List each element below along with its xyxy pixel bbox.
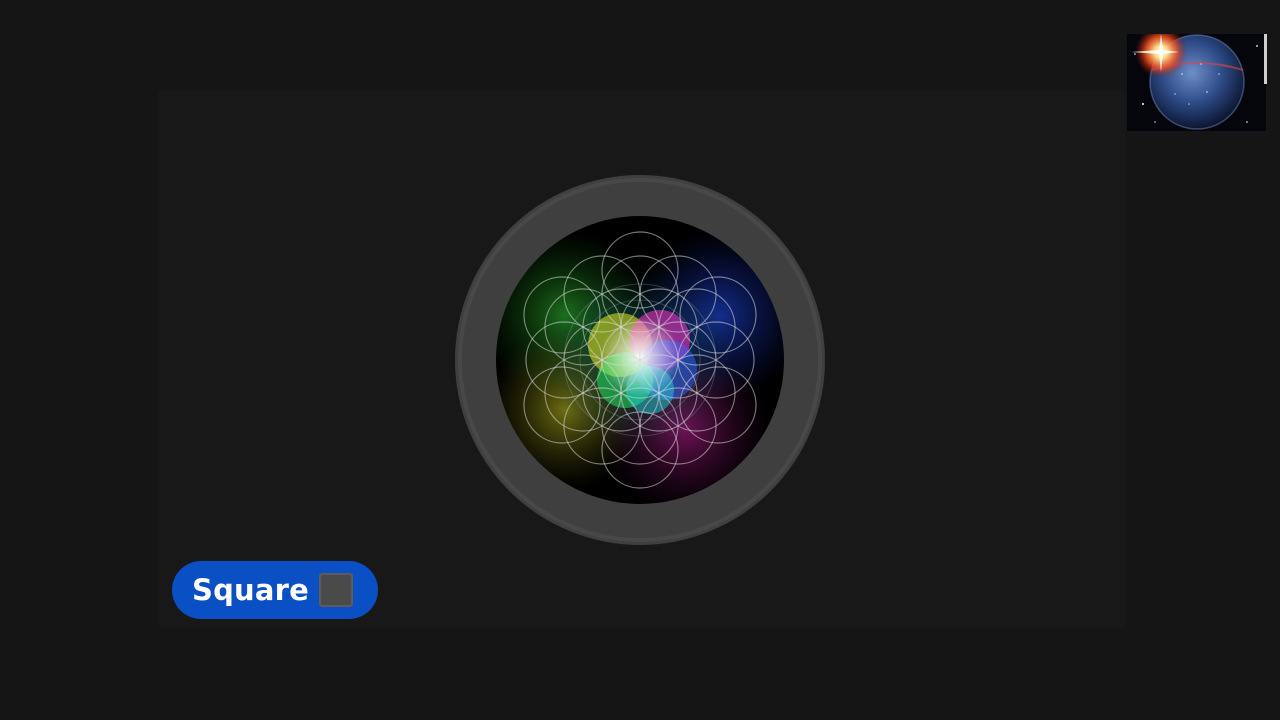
thumbnail-edge-bar [1264,34,1267,84]
video-frame: Square [0,0,1280,720]
shape-label-text: Square [192,573,310,607]
planet-with-starburst-image [1127,34,1266,131]
shape-label-pill: Square [172,561,378,619]
flower-of-life-rainbow-icon [455,175,825,545]
black-square-icon [319,573,354,607]
